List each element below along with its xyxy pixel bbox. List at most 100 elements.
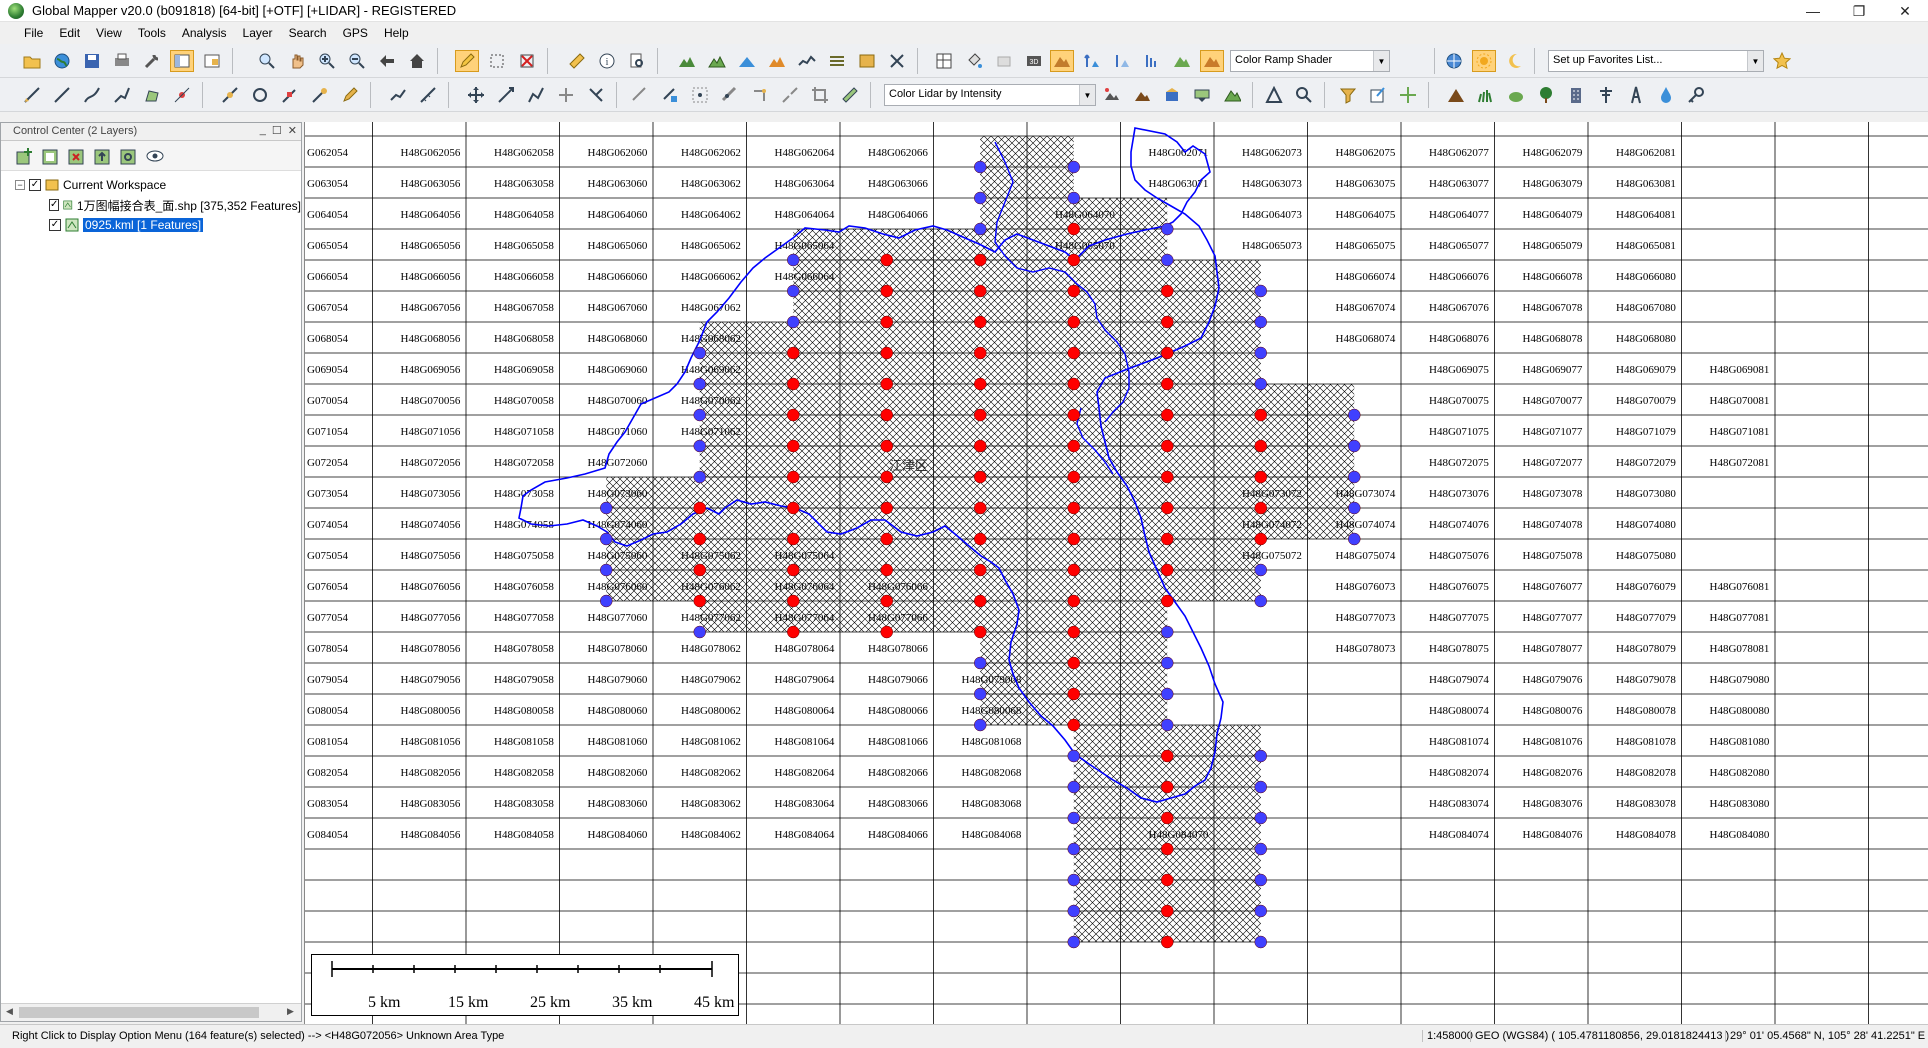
menu-gps[interactable]: GPS: [335, 26, 376, 40]
feature-point-edge[interactable]: [1348, 470, 1361, 484]
feature-point[interactable]: [787, 594, 800, 608]
measure-icon[interactable]: [565, 50, 589, 72]
feature-point[interactable]: [1161, 346, 1174, 360]
crop-icon[interactable]: [808, 84, 832, 106]
lidar-trees-icon[interactable]: [1160, 84, 1184, 106]
draw-path-icon[interactable]: [386, 84, 410, 106]
feature-point[interactable]: [880, 439, 893, 453]
tower-icon[interactable]: [1624, 84, 1648, 106]
feature-point[interactable]: [1254, 501, 1267, 515]
feature-point[interactable]: [1254, 470, 1267, 484]
add-layer-icon[interactable]: [15, 146, 35, 166]
feature-point[interactable]: [1254, 532, 1267, 546]
feature-point[interactable]: [1254, 408, 1267, 422]
feature-point[interactable]: [1161, 439, 1174, 453]
3d-view-disabled-icon[interactable]: [992, 50, 1016, 72]
feature-point[interactable]: [974, 315, 987, 329]
feature-point[interactable]: [693, 563, 706, 577]
feature-point[interactable]: [787, 439, 800, 453]
line-of-sight-icon[interactable]: [825, 50, 849, 72]
feature-point[interactable]: [787, 501, 800, 515]
feature-point[interactable]: [1161, 749, 1174, 763]
feature-point-edge[interactable]: [1348, 439, 1361, 453]
feature-point[interactable]: [787, 408, 800, 422]
feature-point-edge[interactable]: [693, 439, 706, 453]
feature-point[interactable]: [1067, 532, 1080, 546]
feature-point-edge[interactable]: [1254, 780, 1267, 794]
menu-edit[interactable]: Edit: [51, 26, 88, 40]
lidar-classify-icon[interactable]: [1100, 84, 1124, 106]
feature-point[interactable]: [974, 408, 987, 422]
map-canvas[interactable]: G062054 H48G062056 H48G062058 H48G062060 H48…: [305, 122, 1928, 1024]
feature-point[interactable]: [1161, 377, 1174, 391]
feature-point-edge[interactable]: [1254, 935, 1267, 949]
layout-icon[interactable]: [932, 50, 956, 72]
rotate-feature-icon[interactable]: [494, 84, 518, 106]
workspace-row[interactable]: − ✓ Current Workspace: [1, 175, 301, 195]
menu-analysis[interactable]: Analysis: [174, 26, 235, 40]
watershed-icon[interactable]: [735, 50, 759, 72]
scroll-left-icon[interactable]: ◀: [6, 1006, 13, 1017]
scroll-right-icon[interactable]: ▶: [287, 1006, 294, 1017]
overview-map-icon[interactable]: [200, 50, 224, 72]
cut-tool-icon[interactable]: [885, 50, 909, 72]
elevation-legend-icon[interactable]: [1080, 50, 1104, 72]
favorites-select[interactable]: Set up Favorites List... ▼: [1548, 50, 1764, 72]
offset-line-icon[interactable]: [628, 84, 652, 106]
sun-lighting-icon[interactable]: [1472, 50, 1496, 72]
close-button[interactable]: ✕: [1882, 0, 1928, 22]
shader-mountain-icon[interactable]: [1170, 50, 1194, 72]
feature-point-edge[interactable]: [1254, 284, 1267, 298]
feature-point[interactable]: [787, 377, 800, 391]
feature-point-edge[interactable]: [693, 408, 706, 422]
feature-point[interactable]: [1067, 470, 1080, 484]
feature-point[interactable]: [974, 377, 987, 391]
feature-point-edge[interactable]: [1161, 687, 1174, 701]
feature-point-edge[interactable]: [787, 284, 800, 298]
draw-area-icon[interactable]: [140, 84, 164, 106]
feature-point-edge[interactable]: [1161, 222, 1174, 236]
feature-point[interactable]: [880, 253, 893, 267]
layer-row[interactable]: ✓ 0925.kml [1 Features]: [1, 215, 301, 235]
feature-point-edge[interactable]: [974, 718, 987, 732]
feature-point-edge[interactable]: [1254, 749, 1267, 763]
feature-point-edge[interactable]: [1067, 811, 1080, 825]
feature-point-edge[interactable]: [1067, 191, 1080, 205]
elevation-grid-icon[interactable]: [1110, 50, 1134, 72]
water-drop-icon[interactable]: [1654, 84, 1678, 106]
lidar-query-icon[interactable]: [1292, 84, 1316, 106]
open-folder-icon[interactable]: [20, 50, 44, 72]
hillshade-icon[interactable]: [1050, 50, 1074, 72]
buffer-icon[interactable]: [658, 84, 682, 106]
feature-point-edge[interactable]: [974, 160, 987, 174]
feature-point[interactable]: [1067, 625, 1080, 639]
save-icon[interactable]: [80, 50, 104, 72]
moon-icon[interactable]: [1502, 50, 1526, 72]
lidar-breakline-icon[interactable]: [778, 84, 802, 106]
lidar-path-icon[interactable]: [718, 84, 742, 106]
minimize-panel-button[interactable]: _: [260, 124, 266, 137]
shader-select[interactable]: Color Ramp Shader ▼: [1230, 50, 1390, 72]
lidar-classify-points-icon[interactable]: [1396, 84, 1420, 106]
feature-point[interactable]: [880, 563, 893, 577]
delete-selection-icon[interactable]: [515, 50, 539, 72]
feature-point[interactable]: [1067, 718, 1080, 732]
feature-point[interactable]: [1161, 470, 1174, 484]
feature-point[interactable]: [974, 625, 987, 639]
favorites-star-icon[interactable]: [1770, 50, 1794, 72]
feature-point-edge[interactable]: [600, 594, 613, 608]
feature-point-edge[interactable]: [693, 377, 706, 391]
feature-point-edge[interactable]: [1161, 625, 1174, 639]
feature-point[interactable]: [880, 594, 893, 608]
feature-point[interactable]: [1161, 563, 1174, 577]
feature-point-edge[interactable]: [1067, 842, 1080, 856]
feature-point-edge[interactable]: [1254, 563, 1267, 577]
feature-point[interactable]: [1067, 687, 1080, 701]
bush-icon[interactable]: [1504, 84, 1528, 106]
feature-point[interactable]: [880, 625, 893, 639]
search-icon[interactable]: [625, 50, 649, 72]
feature-point[interactable]: [974, 253, 987, 267]
feature-point-edge[interactable]: [1348, 501, 1361, 515]
zoom-out-icon[interactable]: [345, 50, 369, 72]
feature-point[interactable]: [1161, 501, 1174, 515]
